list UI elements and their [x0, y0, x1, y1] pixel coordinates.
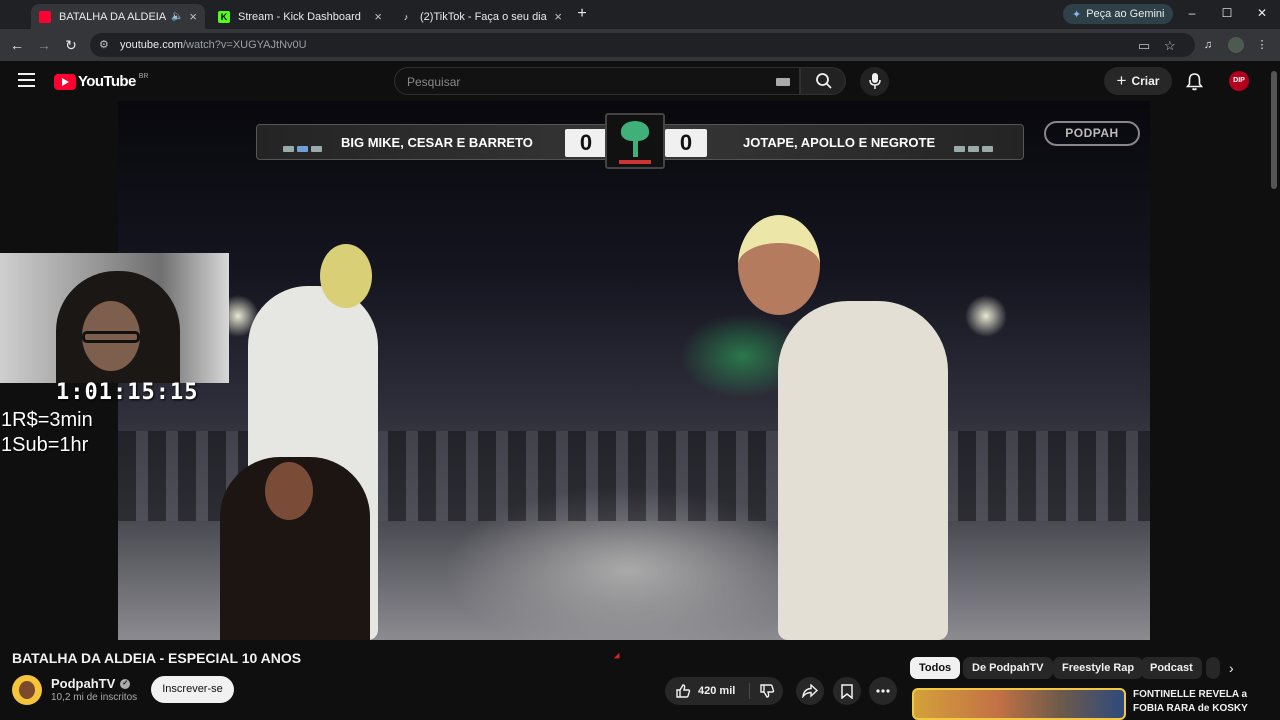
url-text: youtube.com/watch?v=XUGYAJtNv0U [120, 39, 307, 51]
browser-toolbar: ← → ↻ ⚙ youtube.com/watch?v=XUGYAJtNv0U … [0, 29, 1280, 61]
video-player[interactable]: BIG MIKE, CESAR E BARRETO 0 0 JOTAPE, AP… [118, 101, 1150, 640]
browser-tab-bar: BATALHA DA ALDEIA - ESPECIAL 🔈 × K Strea… [0, 0, 1280, 29]
chevron-right-icon[interactable]: › [1229, 660, 1234, 676]
chip-more[interactable] [1206, 657, 1220, 679]
reload-icon[interactable]: ↻ [62, 36, 80, 54]
create-label: Criar [1131, 74, 1160, 88]
related-video-title[interactable]: FONTINELLE REVELA a FOBIA RARA de KOSKY [1133, 688, 1263, 716]
video-title: BATALHA DA ALDEIA - ESPECIAL 10 ANOS [12, 650, 302, 666]
chip-podcast[interactable]: Podcast [1141, 657, 1202, 679]
mouse-cursor-icon [613, 652, 623, 662]
score-left: 0 [565, 129, 607, 157]
related-video-thumbnail[interactable] [912, 688, 1126, 720]
reaction-overlay-person [220, 457, 370, 640]
chip-de-podpahtv[interactable]: De PodpahTV [963, 657, 1053, 679]
tab-kick-dashboard[interactable]: K Stream - Kick Dashboard × [210, 4, 390, 29]
profile-avatar[interactable] [1228, 37, 1244, 53]
subathon-rates: 1R$=3min 1Sub=1hr [1, 408, 93, 458]
youtube-logo[interactable]: YouTube BR [54, 73, 148, 90]
create-button[interactable]: + Criar [1104, 67, 1172, 95]
maximize-icon[interactable]: ☐ [1218, 6, 1236, 20]
account-avatar[interactable]: DIP [1229, 71, 1249, 91]
like-button[interactable]: 420 mil [675, 683, 735, 699]
tiktok-favicon-icon: ♪ [403, 11, 409, 22]
subscriber-count: 10,2 mi de inscritos [51, 692, 138, 703]
search-input[interactable]: Pesquisar [394, 67, 800, 95]
bookmark-icon [841, 683, 853, 699]
flag-icon [283, 139, 325, 157]
performer-right [738, 215, 948, 640]
channel-name-link[interactable]: PodpahTV ✓ [51, 676, 131, 691]
chip-freestyle-rap[interactable]: Freestyle Rap [1053, 657, 1144, 679]
cast-icon[interactable]: ▭ [1138, 38, 1150, 54]
divider [749, 683, 750, 699]
subathon-timer: 1:01:15:15 [56, 380, 199, 405]
bookmark-star-icon[interactable]: ☆ [1164, 38, 1176, 54]
gemini-sparkle-icon: ✦ [1072, 8, 1082, 21]
streamer-webcam [0, 253, 229, 383]
channel-watermark: PODPAH [1044, 121, 1140, 146]
back-icon[interactable]: ← [8, 36, 26, 54]
tab-title: Stream - Kick Dashboard [238, 10, 361, 23]
verified-check-icon: ✓ [120, 678, 131, 689]
forward-icon[interactable]: → [35, 36, 53, 54]
page-scrollbar[interactable] [1268, 61, 1280, 720]
flag-icon [954, 139, 996, 157]
team-left-name: BIG MIKE, CESAR E BARRETO [341, 135, 533, 150]
aldeia-tree-emblem-icon [605, 113, 665, 169]
youtube-header: YouTube BR Pesquisar + Criar DIP [0, 61, 1268, 101]
rate-donation: 1R$=3min [1, 409, 93, 431]
kick-favicon-icon: K [218, 10, 230, 23]
menu-icon[interactable] [18, 73, 35, 87]
search-placeholder: Pesquisar [407, 75, 461, 89]
rate-sub: 1Sub=1hr [1, 434, 89, 456]
tab-youtube[interactable]: BATALHA DA ALDEIA - ESPECIAL 🔈 × [31, 4, 205, 29]
browser-menu-icon[interactable]: ⋮ [1254, 37, 1270, 53]
share-button[interactable] [796, 677, 824, 705]
search-button[interactable] [800, 67, 846, 95]
site-info-icon[interactable]: ⚙ [99, 38, 109, 51]
new-tab-button[interactable]: + [573, 5, 591, 23]
like-dislike-group: 420 mil [665, 677, 783, 705]
logo-text: YouTube [78, 73, 136, 90]
minimize-icon[interactable]: – [1183, 6, 1201, 20]
chip-todos[interactable]: Todos [910, 657, 961, 679]
gemini-label: Peça ao Gemini [1086, 8, 1165, 20]
save-button[interactable] [833, 677, 861, 705]
search-icon [816, 73, 832, 89]
notifications-bell-icon[interactable] [1186, 72, 1203, 91]
keyboard-icon[interactable] [776, 78, 790, 86]
like-count: 420 mil [698, 685, 736, 697]
speaker-icon[interactable]: 🔈 [171, 11, 183, 22]
youtube-play-icon [54, 73, 76, 90]
subscribe-button[interactable]: Inscrever-se [151, 676, 234, 703]
close-window-icon[interactable]: ✕ [1253, 6, 1271, 20]
tab-title: BATALHA DA ALDEIA - ESPECIAL [59, 10, 167, 23]
more-actions-button[interactable] [869, 677, 897, 705]
voice-search-button[interactable] [860, 67, 889, 96]
address-bar[interactable]: ⚙ youtube.com/watch?v=XUGYAJtNv0U ▭ ☆ [90, 33, 1195, 57]
channel-name: PodpahTV [51, 676, 116, 691]
tab-title: (2)TikTok - Faça o seu dia [420, 10, 547, 23]
more-horizontal-icon [876, 689, 890, 693]
scrollbar-thumb[interactable] [1271, 71, 1277, 189]
media-controls-icon[interactable]: ♫ [1200, 37, 1216, 53]
dislike-button[interactable] [759, 683, 775, 699]
close-tab-icon[interactable]: × [554, 9, 562, 24]
ask-gemini-button[interactable]: ✦ Peça ao Gemini [1063, 4, 1174, 24]
score-right: 0 [665, 129, 707, 157]
microphone-icon [869, 73, 881, 89]
youtube-favicon-icon [39, 10, 51, 23]
share-icon [802, 684, 818, 698]
close-tab-icon[interactable]: × [189, 9, 197, 24]
plus-icon: + [1116, 71, 1127, 90]
thumbs-up-icon [676, 684, 691, 698]
close-tab-icon[interactable]: × [374, 9, 382, 24]
team-right-name: JOTAPE, APOLLO E NEGROTE [743, 135, 936, 150]
tab-tiktok[interactable]: ♪ (2)TikTok - Faça o seu dia × [392, 4, 570, 29]
country-code: BR [138, 73, 149, 80]
channel-avatar[interactable] [12, 675, 42, 705]
